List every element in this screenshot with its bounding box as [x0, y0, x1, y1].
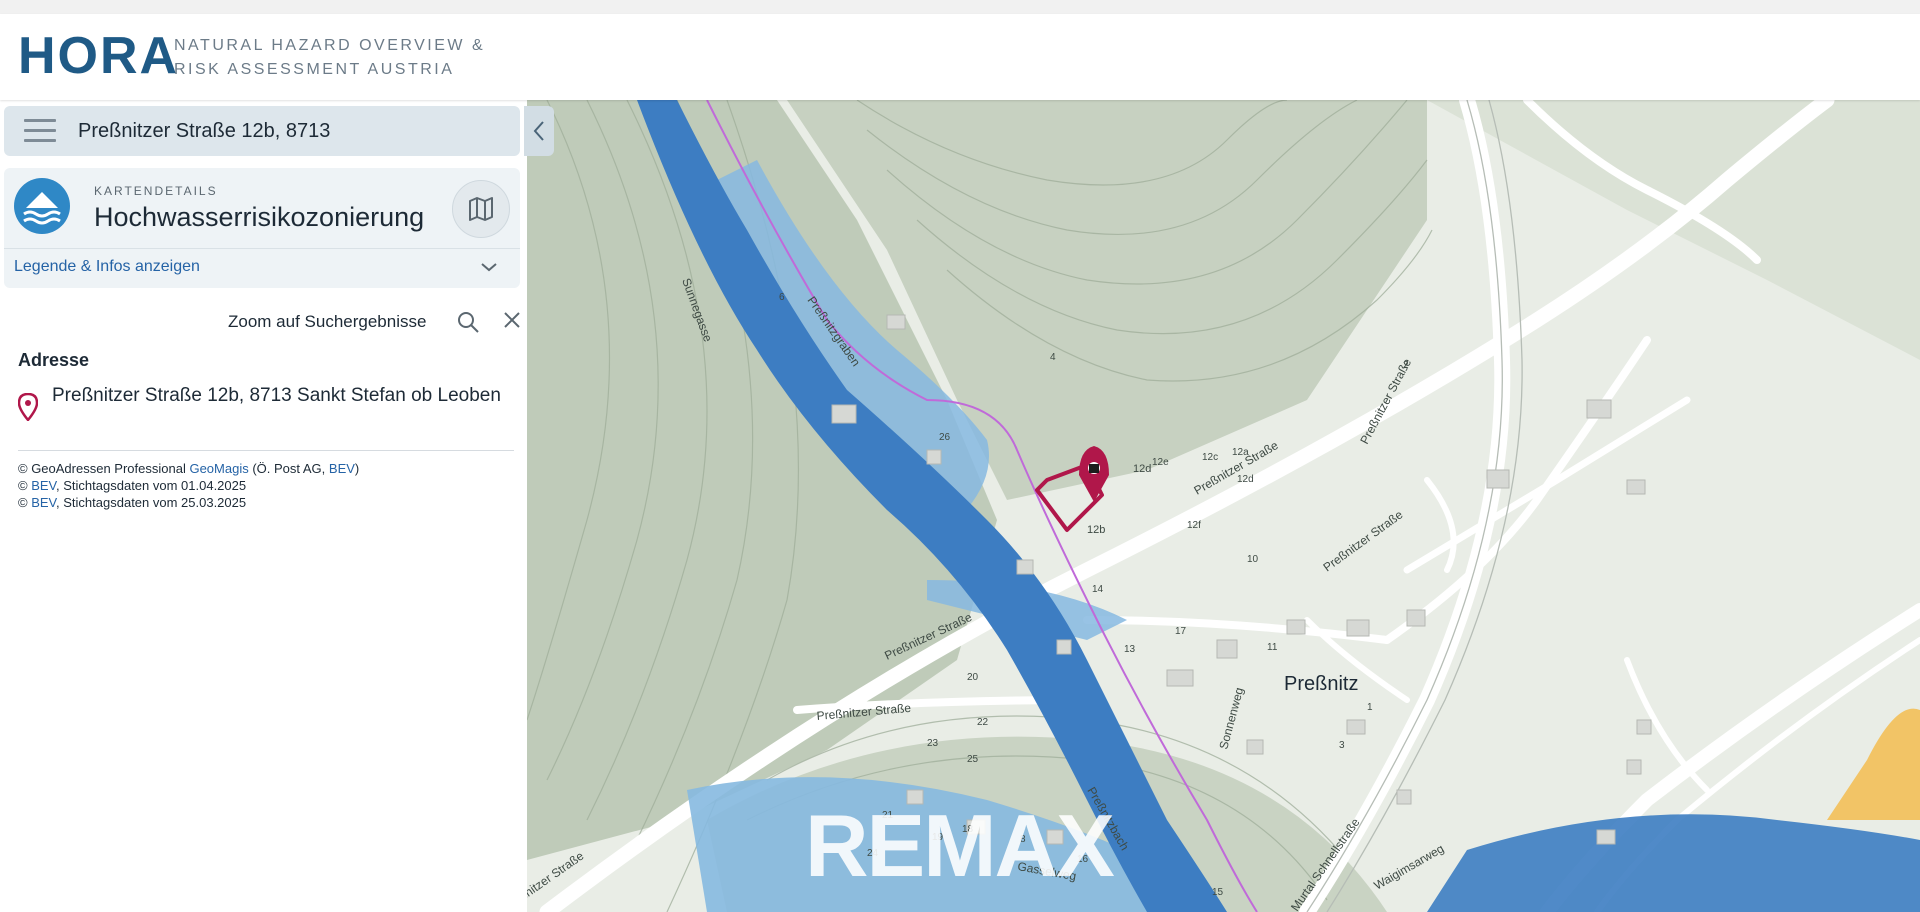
close-icon[interactable] [502, 310, 522, 335]
remax-watermark: REMAX [805, 796, 1115, 895]
map-details-card: KARTENDETAILS Hochwasserrisikozonierung … [4, 168, 520, 288]
menu-icon[interactable] [24, 119, 56, 143]
house-number: 3 [1339, 740, 1345, 751]
flood-layer-icon [14, 178, 70, 234]
address-divider [18, 450, 514, 451]
house-number: 11 [1267, 642, 1278, 653]
house-number: 6 [779, 292, 785, 303]
search-icon[interactable] [456, 310, 480, 339]
map-canvas[interactable]: 12a 12c 12d 12e 12f 10 14 17 13 11 3 1 2… [527, 100, 1920, 912]
bev-link[interactable]: BEV [329, 461, 355, 476]
house-number: 26 [939, 432, 951, 443]
search-input[interactable]: Preßnitzer Straße 12b, 8713 [78, 120, 330, 143]
house-number: 1 [1367, 702, 1373, 713]
browser-top-strip [0, 0, 1920, 15]
house-number: 12f [1187, 520, 1201, 531]
map-pin-icon [17, 392, 39, 426]
attribution-text: ) [354, 461, 360, 476]
address-result[interactable]: Preßnitzer Straße 12b, 8713 Sankt Stefan… [52, 383, 512, 408]
address-heading: Adresse [18, 350, 90, 370]
house-number: 12e [1152, 457, 1169, 468]
attribution: © GeoAdressen Professional GeoMagis (Ö. … [18, 460, 359, 511]
map-icon [469, 197, 493, 221]
house-number: 13 [1124, 644, 1136, 655]
bev-link[interactable]: BEV [31, 478, 56, 493]
card-divider [4, 248, 520, 249]
logo-subtitle-line1: NATURAL HAZARD OVERVIEW & [174, 37, 486, 54]
map-layers-button[interactable] [452, 180, 510, 238]
card-title: Hochwasserrisikozonierung [94, 202, 425, 232]
attribution-text: , Stichtagsdaten vom 01.04.2025 [56, 478, 247, 493]
house-number: 12c [1202, 452, 1218, 463]
house-number: 14 [1092, 584, 1104, 595]
house-number: 12d [1133, 463, 1151, 475]
bev-link[interactable]: BEV [31, 495, 56, 510]
house-number: 20 [967, 672, 979, 683]
house-number: 4 [1050, 352, 1056, 363]
card-small-label: KARTENDETAILS [94, 184, 218, 198]
geomagis-link[interactable]: GeoMagis [189, 461, 248, 476]
attribution-line-2: © BEV, Stichtagsdaten vom 01.04.2025 [18, 478, 247, 493]
hora-logo[interactable]: HORA [18, 26, 179, 86]
attribution-line-1: © GeoAdressen Professional GeoMagis (Ö. … [18, 460, 359, 477]
legend-toggle-link[interactable]: Legende & Infos anzeigen [14, 258, 200, 276]
collapse-panel-button[interactable] [524, 106, 554, 156]
house-number: 10 [1247, 554, 1259, 565]
house-number: 25 [967, 754, 979, 765]
house-number: 17 [1175, 626, 1187, 637]
zoom-to-results-label[interactable]: Zoom auf Suchergebnisse [228, 312, 426, 332]
attribution-text: , Stichtagsdaten vom 25.03.2025 [56, 495, 247, 510]
attribution-text: © GeoAdressen Professional [18, 461, 190, 476]
attribution-line-3: © BEV, Stichtagsdaten vom 25.03.2025 [18, 495, 247, 510]
house-number: 23 [927, 738, 939, 749]
chevron-left-icon [533, 121, 544, 141]
map-svg: 12a 12c 12d 12e 12f 10 14 17 13 11 3 1 2… [527, 100, 1920, 912]
house-number: 12b [1087, 524, 1105, 536]
chevron-down-icon[interactable] [480, 260, 498, 278]
search-bar[interactable]: Preßnitzer Straße 12b, 8713 [4, 106, 520, 156]
house-number: 12d [1237, 474, 1254, 485]
logo-subtitle: NATURAL HAZARD OVERVIEW & RISK ASSESSMEN… [174, 34, 485, 82]
house-number: 22 [977, 717, 989, 728]
side-panel: Preßnitzer Straße 12b, 8713 KARTENDETAIL… [0, 100, 527, 912]
place-label: Preßnitz [1284, 673, 1358, 695]
house-number: 15 [1212, 887, 1224, 898]
app-header: HORA NATURAL HAZARD OVERVIEW & RISK ASSE… [0, 14, 1920, 100]
logo-subtitle-line2: RISK ASSESSMENT AUSTRIA [174, 61, 455, 78]
attribution-text: (Ö. Post AG, [248, 461, 329, 476]
